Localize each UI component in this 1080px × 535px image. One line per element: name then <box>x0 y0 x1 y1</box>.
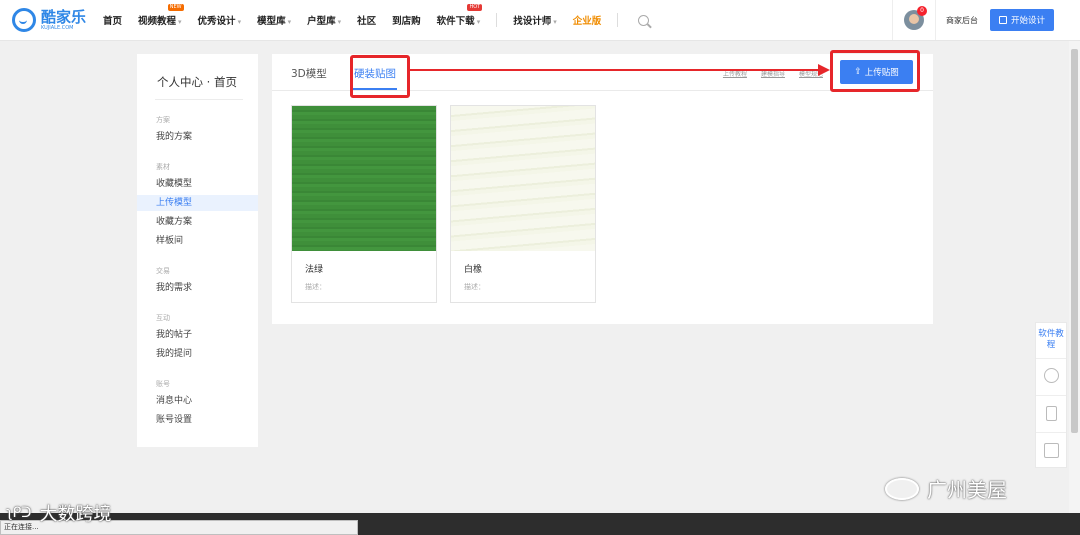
floating-help-bar: 软件教程 <box>1035 322 1067 468</box>
nav-divider <box>496 13 498 27</box>
notification-badge: 0 <box>916 6 927 16</box>
nav-enterprise[interactable]: 企业版 <box>573 13 602 27</box>
chevron-down-icon: ▾ <box>476 18 481 26</box>
hot-badge: HOT <box>467 4 483 11</box>
sidebar-title[interactable]: 个人中心 · 首页 <box>157 74 237 90</box>
texture-description: 描述： <box>305 283 326 291</box>
watermark-left: ʅᑭᑐ 大数跨境 <box>6 504 112 525</box>
software-tutorial-link[interactable]: 软件教程 <box>1036 329 1066 351</box>
nav-model-library[interactable]: 模型库 ▾ <box>257 13 291 27</box>
nav-in-store[interactable]: 到店购 <box>392 13 421 27</box>
merchant-backend-link[interactable]: 商家后台 <box>936 15 990 26</box>
logo-name: 酷家乐 <box>41 8 87 26</box>
logo-icon <box>12 8 36 32</box>
start-design-button[interactable]: 开始设计 <box>989 9 1054 31</box>
search-icon[interactable] <box>638 14 650 26</box>
sidebar-item-my-plans[interactable]: 我的方案 <box>137 129 258 145</box>
annotation-arrow-head <box>818 64 830 76</box>
annotation-box-tab <box>350 55 410 98</box>
page-scrollbar[interactable] <box>1069 41 1080 513</box>
group-label-interaction: 互动 <box>156 314 170 322</box>
nav-featured-designs[interactable]: 优秀设计 ▾ <box>198 13 242 27</box>
mobile-icon[interactable] <box>1046 406 1057 421</box>
sidebar-item-uploaded-models[interactable]: 上传模型 <box>137 195 258 211</box>
nav-home[interactable]: 首页 <box>103 13 122 27</box>
tab-3d-models[interactable]: 3D模型 <box>291 66 327 81</box>
chevron-down-icon: ▾ <box>553 18 557 26</box>
personal-center-sidebar: 个人中心 · 首页 方案 我的方案 素材 收藏模型 上传模型 收藏方案 样板间 … <box>137 54 258 447</box>
group-label-trades: 交易 <box>156 267 170 275</box>
annotation-box-upload <box>830 50 920 92</box>
kujiale-logo[interactable]: 酷家乐 KUJIALE.COM <box>12 8 86 32</box>
divider <box>155 99 243 100</box>
nav-community[interactable]: 社区 <box>357 13 376 27</box>
group-label-plans: 方案 <box>156 116 170 124</box>
chevron-down-icon: ▾ <box>337 18 342 26</box>
divider <box>1036 358 1066 359</box>
sidebar-item-account-settings[interactable]: 账号设置 <box>137 412 258 428</box>
chevron-down-icon: ▾ <box>178 18 182 26</box>
watermark-logo-icon: ʅᑭᑐ <box>6 505 32 521</box>
texture-thumbnail[interactable] <box>292 106 436 251</box>
scrollbar-thumb[interactable] <box>1071 49 1078 433</box>
sidebar-item-saved-models[interactable]: 收藏模型 <box>137 176 258 192</box>
divider <box>1036 432 1066 433</box>
new-badge: NEW <box>167 4 184 11</box>
sidebar-item-my-questions[interactable]: 我的提问 <box>137 346 258 362</box>
nav-find-designer[interactable]: 找设计师 ▾ <box>513 13 557 27</box>
group-label-account: 账号 <box>156 380 170 388</box>
user-avatar-button[interactable]: 0 <box>893 0 935 40</box>
sidebar-item-my-requests[interactable]: 我的需求 <box>137 280 258 296</box>
chevron-down-icon: ▾ <box>287 18 292 26</box>
main-nav: 首页 视频教程 ▾ NEW 优秀设计 ▾ 模型库 ▾ 户型库 ▾ 社区 到店购 软件下载 ▾… <box>103 0 650 40</box>
texture-card[interactable]: 法绿 描述： <box>291 105 437 303</box>
top-navbar: 酷家乐 KUJIALE.COM 首页 视频教程 ▾ NEW 优秀设计 ▾ 模型库 ▾ 户… <box>0 0 1080 41</box>
group-label-materials: 素材 <box>156 163 170 171</box>
chevron-down-icon: ▾ <box>237 18 242 26</box>
annotation-arrow-line <box>410 69 822 71</box>
texture-thumbnail[interactable] <box>451 106 595 251</box>
texture-card[interactable]: 白橡 描述： <box>450 105 596 303</box>
nav-floorplan-library[interactable]: 户型库 ▾ <box>307 13 341 27</box>
headset-icon[interactable] <box>1044 368 1059 383</box>
feedback-icon[interactable] <box>1044 443 1059 458</box>
divider <box>1036 395 1066 396</box>
nav-video-tutorials[interactable]: 视频教程 ▾ NEW <box>138 4 184 27</box>
nav-software-download[interactable]: 软件下载 ▾ HOT <box>437 4 483 27</box>
sidebar-item-messages[interactable]: 消息中心 <box>137 393 258 409</box>
texture-name: 法绿 <box>305 265 324 275</box>
watermark-right: 广州美屋 <box>885 474 1007 503</box>
texture-name: 白橡 <box>464 265 483 275</box>
sidebar-item-saved-plans[interactable]: 收藏方案 <box>137 214 258 230</box>
texture-description: 描述： <box>464 283 485 291</box>
wechat-icon <box>885 477 919 500</box>
sidebar-item-my-posts[interactable]: 我的帖子 <box>137 327 258 343</box>
edit-icon <box>998 16 1007 24</box>
nav-divider <box>617 13 619 27</box>
sidebar-item-showroom[interactable]: 样板间 <box>137 233 258 249</box>
